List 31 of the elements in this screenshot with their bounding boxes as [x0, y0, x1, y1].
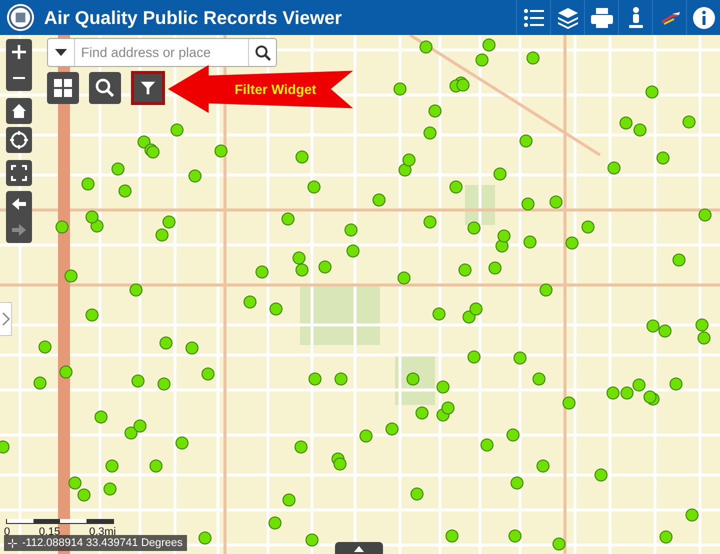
- grid-icon: [53, 78, 73, 98]
- home-icon: [11, 103, 27, 119]
- search-field[interactable]: Find address or place: [47, 38, 277, 67]
- minus-icon: [13, 77, 25, 79]
- chevron-right-icon: [2, 312, 10, 326]
- crosshair-icon: [10, 131, 28, 149]
- plus-icon: [11, 44, 27, 60]
- locate-button[interactable]: [6, 127, 32, 153]
- app-title: Air Quality Public Records Viewer: [44, 6, 342, 28]
- filter-icon: [139, 79, 157, 97]
- right-arrow-icon: [11, 222, 27, 238]
- filter-button[interactable]: [131, 71, 165, 105]
- caret-up-icon: [354, 546, 364, 552]
- callout-label: Filter Widget: [234, 82, 316, 96]
- home-button[interactable]: [6, 98, 32, 124]
- left-arrow-icon: [11, 196, 27, 212]
- scale-label: 0: [4, 526, 10, 538]
- fullscreen-button[interactable]: [6, 160, 32, 186]
- attribute-panel-toggle[interactable]: [335, 542, 383, 554]
- query-search-button[interactable]: [89, 72, 121, 104]
- side-panel-toggle[interactable]: [0, 302, 12, 336]
- widget-grid-button[interactable]: [47, 72, 79, 104]
- scale-label: 0.15: [38, 526, 60, 538]
- search-icon: [95, 78, 115, 98]
- record-location-marker[interactable]: [0, 440, 10, 454]
- coordinates-text: -112.088914 33.439741 Degrees: [22, 537, 183, 549]
- fullscreen-icon: [11, 165, 27, 181]
- crosshair-icon: [8, 538, 17, 548]
- seal-logo-icon: [6, 3, 35, 32]
- address-input[interactable]: Find address or place: [75, 45, 248, 60]
- scale-label: 0.3mi: [89, 526, 116, 538]
